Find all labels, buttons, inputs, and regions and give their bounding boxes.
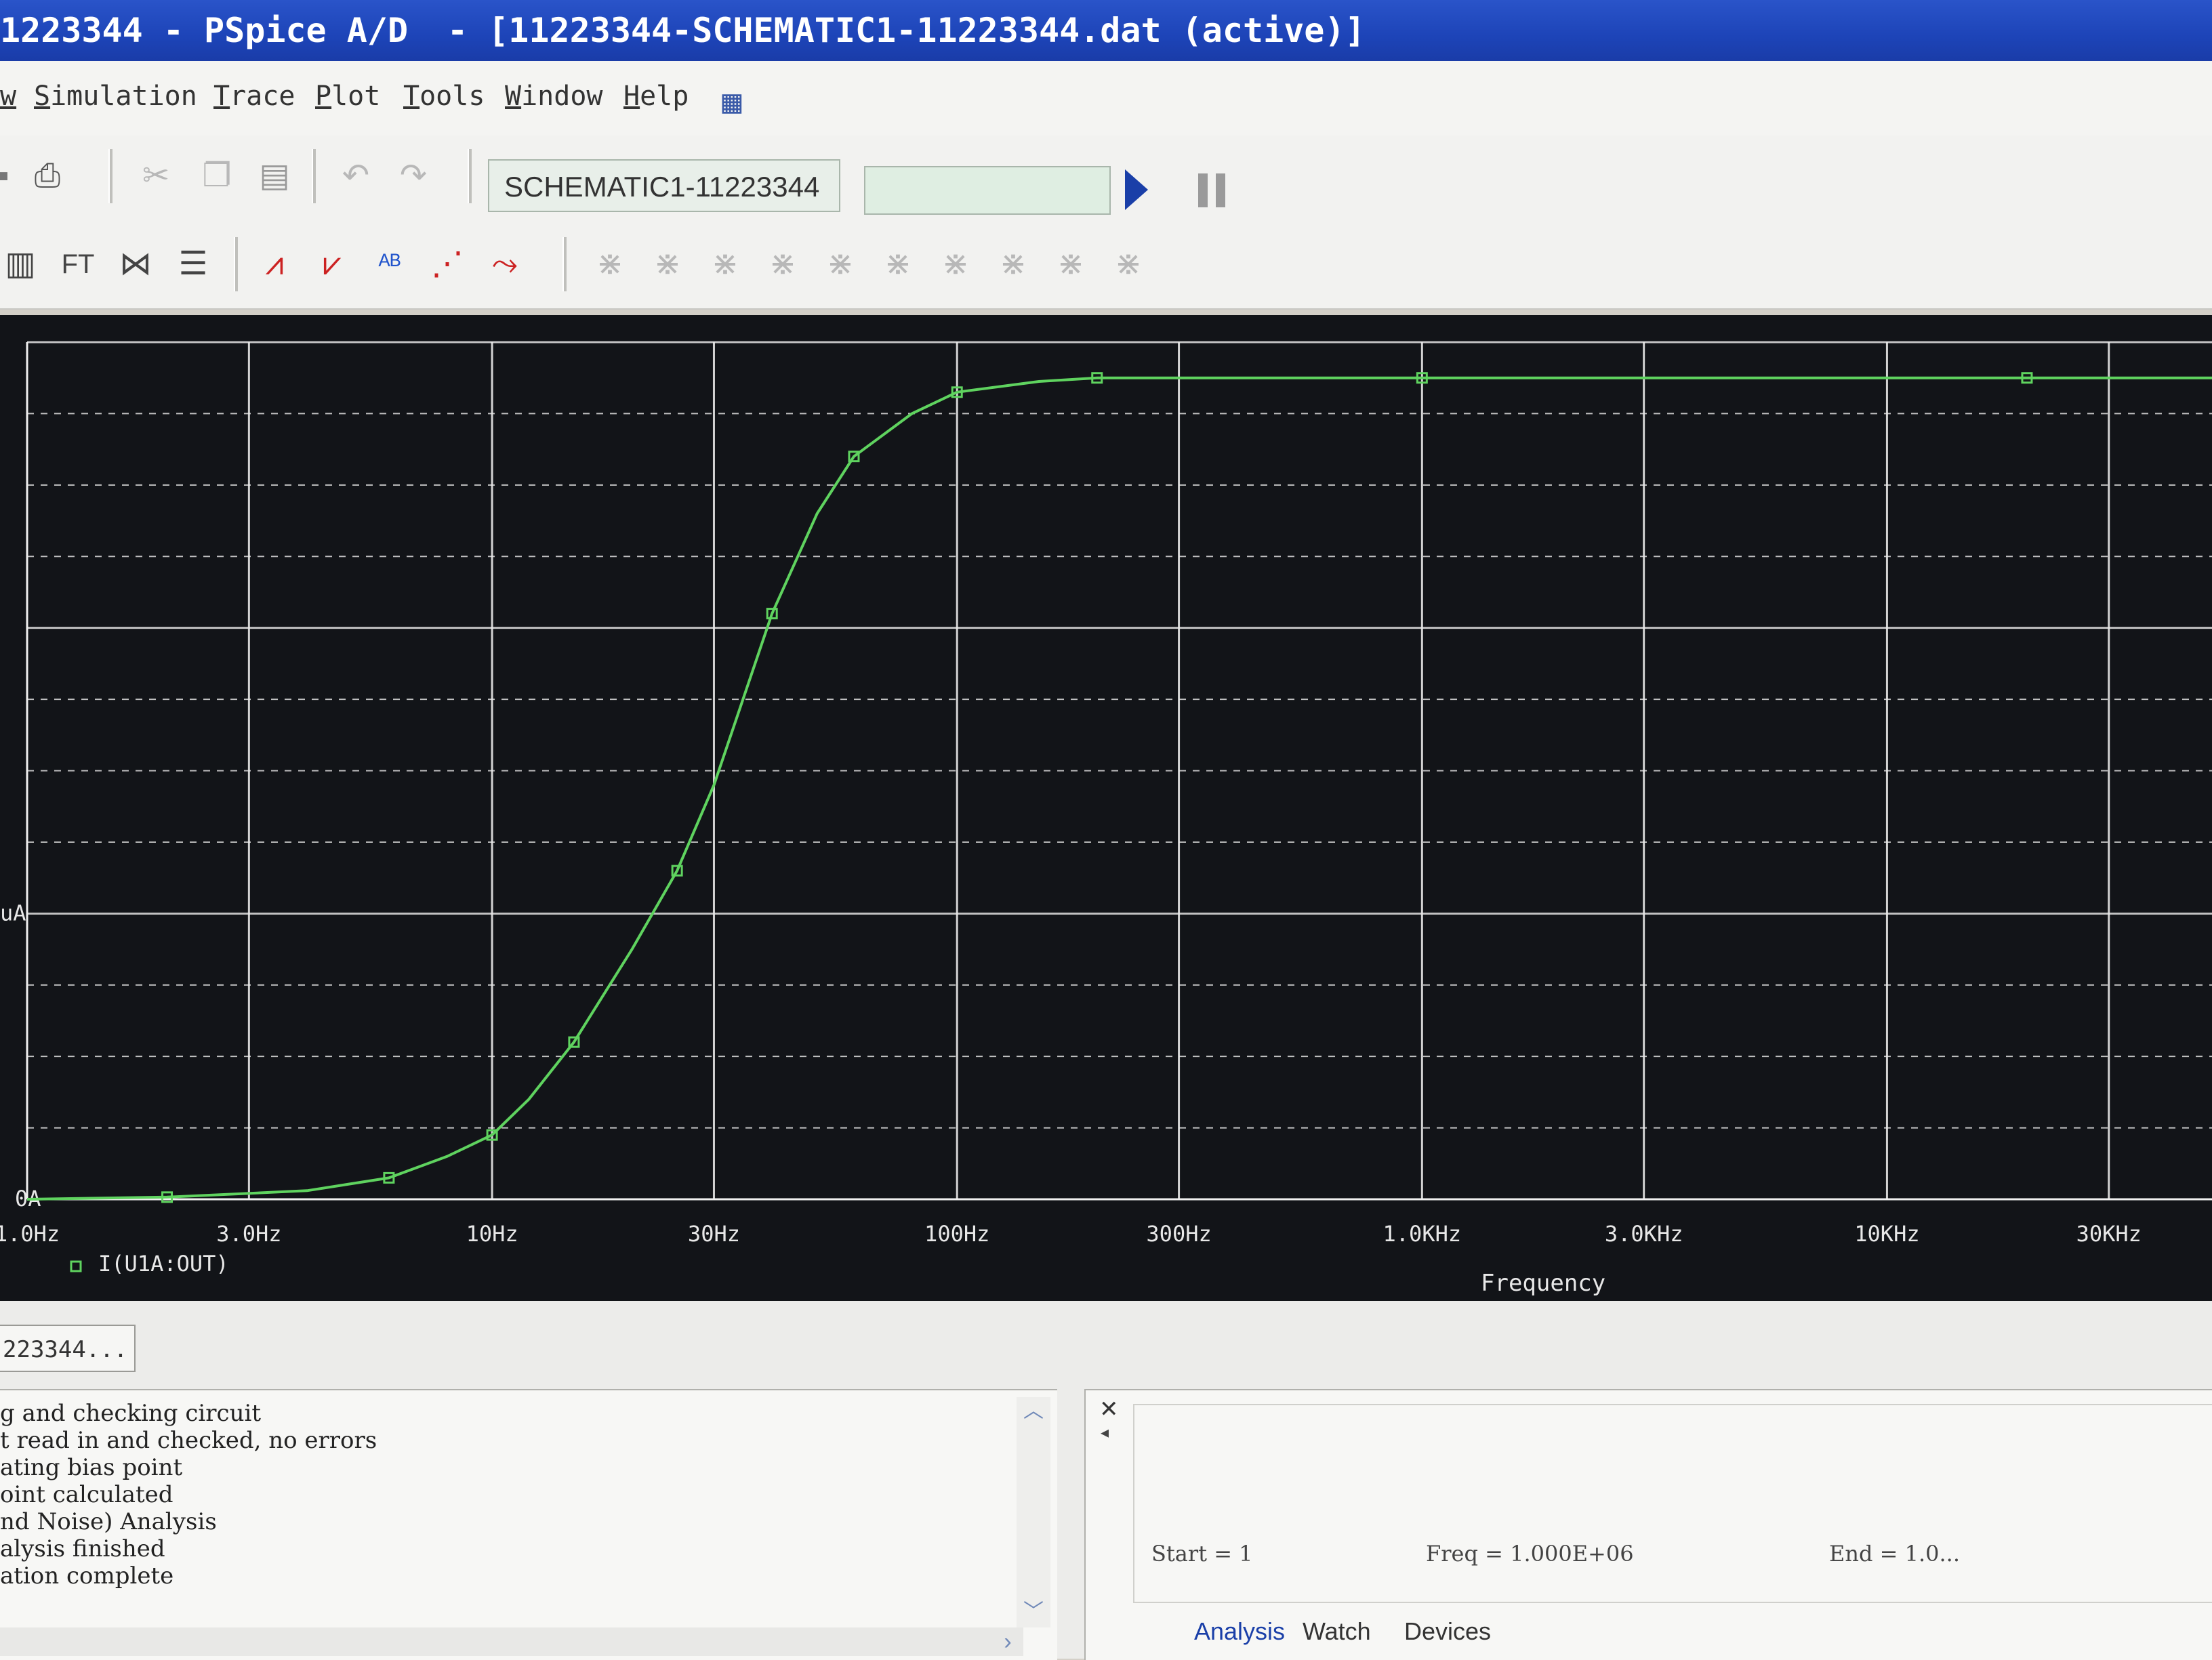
app-title: 1223344 - PSpice A/D [0, 11, 409, 50]
toolbar-separator [468, 149, 472, 203]
context-help-icon[interactable]: ▦ [708, 78, 756, 125]
title-bar: 1223344 - PSpice A/D - [11223344-SCHEMAT… [0, 0, 2212, 61]
scroll-down-icon[interactable]: ﹀ [1022, 1600, 1045, 1623]
y-tick-label: uA [0, 900, 26, 926]
sim-end-value: End = 1.0... [1829, 1541, 1961, 1566]
bottom-panel: 223344... g and checking circuit t read i… [0, 1301, 2212, 1660]
plot-series [26, 372, 2212, 1203]
eval-icon[interactable]: ⋰ [424, 241, 471, 288]
plot-grid [26, 341, 2212, 1201]
output-log-line: g and checking circuit [0, 1400, 262, 1427]
menu-help[interactable]: Help [623, 76, 689, 117]
output-log-line: oint calculated [0, 1481, 173, 1508]
menu-bar: w Simulation Trace Plot Tools Window Hel… [0, 61, 2212, 137]
scroll-right-icon[interactable]: › [996, 1627, 1019, 1656]
toolbar-probe: ▥ FT ⋈ ☰ ⩘ ⩗ ᴬᴮ ⋰ ⤳ ⋇ ⋇ ⋇ ⋇ ⋇ ⋇ ⋇ ⋇ ⋇ ⋇ [0, 220, 2212, 310]
toolbar-separator [312, 149, 316, 203]
x-tick-label: 30Hz [688, 1221, 740, 1247]
close-icon[interactable]: ✕ [1099, 1396, 1119, 1423]
marker-icon[interactable]: ⤳ [481, 241, 529, 288]
tab-analysis[interactable]: Analysis [1194, 1617, 1285, 1646]
cursor-min-icon[interactable]: ⋇ [759, 241, 806, 288]
document-title: - [11223344-SCHEMATIC1-11223344.dat (act… [447, 11, 1366, 50]
x-tick-label: 1.0KHz [1383, 1221, 1462, 1247]
output-log-line: alysis finished [0, 1535, 165, 1562]
run-icon[interactable] [1125, 169, 1148, 210]
x-axis-label: Frequency [1481, 1270, 1605, 1297]
output-log-line: ation complete [0, 1562, 174, 1590]
cursor-point-icon[interactable]: ⋇ [874, 241, 922, 288]
output-log-line: ating bias point [0, 1454, 183, 1481]
x-tick-label: 30KHz [2076, 1221, 2142, 1247]
x-tick-label: 10Hz [466, 1221, 518, 1247]
output-vertical-scrollbar[interactable]: ︿ ﹀ [1017, 1397, 1050, 1627]
y-axis-ticks: 0AuA [0, 900, 41, 1211]
output-log-line: nd Noise) Analysis [0, 1508, 217, 1535]
x-tick-label: 3.0KHz [1605, 1221, 1683, 1247]
probe-plot-window[interactable]: 1.0Hz 3.0Hz 10Hz 30Hz 100Hz 300Hz 1.0KHz 3.0KHz… [0, 315, 2212, 1301]
series-line [26, 376, 2212, 1201]
pane-collapse-icon[interactable]: ◂ [1101, 1423, 1109, 1443]
menu-window[interactable]: Window [505, 76, 603, 117]
cursor-next-icon[interactable]: ⋇ [989, 241, 1037, 288]
copy-icon[interactable]: ❐ [193, 152, 241, 200]
menu-plot[interactable]: Plot [315, 76, 380, 117]
plot-legend: I(U1A:OUT) [70, 1251, 229, 1277]
cut-icon[interactable]: ✂ [132, 152, 180, 200]
cursor-trough-icon[interactable]: ⋇ [644, 241, 691, 288]
paste-icon[interactable]: ▤ [251, 152, 298, 200]
scroll-up-icon[interactable]: ︿ [1022, 1400, 1045, 1423]
table-icon[interactable]: ☰ [169, 241, 217, 288]
menu-trace[interactable]: Trace [213, 76, 295, 117]
simulation-profile-select[interactable]: SCHEMATIC1-11223344 [488, 159, 840, 212]
cursor-max-icon[interactable]: ⋇ [817, 241, 864, 288]
x-tick-label: 3.0Hz [216, 1221, 281, 1247]
log-y-icon[interactable]: ⩗ [308, 241, 356, 288]
menu-tools[interactable]: Tools [403, 76, 485, 117]
cursor-label-icon[interactable]: ⋇ [1105, 241, 1152, 288]
simulation-status-area: Start = 1 Freq = 1.000E+06 End = 1.0... [1133, 1404, 2212, 1603]
probe-plot[interactable]: 1.0Hz 3.0Hz 10Hz 30Hz 100Hz 300Hz 1.0KHz 3.0KHz… [0, 315, 2212, 1301]
sim-freq-value: Freq = 1.000E+06 [1426, 1541, 1634, 1566]
x-tick-label: 10KHz [1854, 1221, 1919, 1247]
output-horizontal-scrollbar[interactable]: › [0, 1627, 1023, 1656]
toolbar-separator [562, 237, 567, 291]
menu-simulation[interactable]: Simulation [34, 76, 197, 117]
legend-marker [70, 1260, 82, 1272]
simulation-status-window: ✕ ◂ Start = 1 Freq = 1.000E+06 End = 1.0… [1084, 1389, 2212, 1660]
tab-watch[interactable]: Watch [1303, 1617, 1371, 1646]
print-icon[interactable]: ⎙ [24, 152, 71, 200]
sim-start-value: Start = 1 [1151, 1541, 1253, 1566]
cursor-slope-icon[interactable]: ⋇ [701, 241, 749, 288]
add-trace-icon[interactable]: ᴬᴮ [366, 241, 413, 288]
output-log-line: t read in and checked, no errors [0, 1427, 377, 1454]
window-icon[interactable]: ▥ [0, 241, 44, 288]
output-window: g and checking circuit t read in and chec… [0, 1389, 1057, 1660]
menu-view[interactable]: w [0, 76, 16, 117]
undo-icon[interactable]: ↶ [332, 152, 380, 200]
log-x-icon[interactable]: ⩘ [251, 241, 298, 288]
toolbar-separator [108, 149, 112, 203]
x-tick-label: 100Hz [924, 1221, 989, 1247]
cursor-search-icon[interactable]: ⋇ [932, 241, 979, 288]
simulation-progress-bar [864, 166, 1111, 215]
document-tab[interactable]: 223344... [0, 1325, 136, 1372]
redo-icon[interactable]: ↷ [390, 152, 437, 200]
fft-icon[interactable]: FT [54, 241, 102, 288]
x-tick-label: 1.0Hz [0, 1221, 60, 1247]
cursor-peak-icon[interactable]: ⋇ [586, 241, 634, 288]
x-tick-label: 300Hz [1146, 1221, 1211, 1247]
tab-devices[interactable]: Devices [1404, 1617, 1491, 1646]
pause-icon[interactable] [1198, 173, 1228, 207]
cursor-prev-icon[interactable]: ⋇ [1047, 241, 1094, 288]
performance-icon[interactable]: ⋈ [112, 241, 159, 288]
x-axis-ticks: 1.0Hz 3.0Hz 10Hz 30Hz 100Hz 300Hz 1.0KHz 3.0KHz… [0, 1221, 2142, 1247]
save-icon[interactable]: ▪ [0, 152, 27, 200]
toolbar-separator [234, 237, 238, 291]
legend-label: I(U1A:OUT) [98, 1251, 229, 1277]
